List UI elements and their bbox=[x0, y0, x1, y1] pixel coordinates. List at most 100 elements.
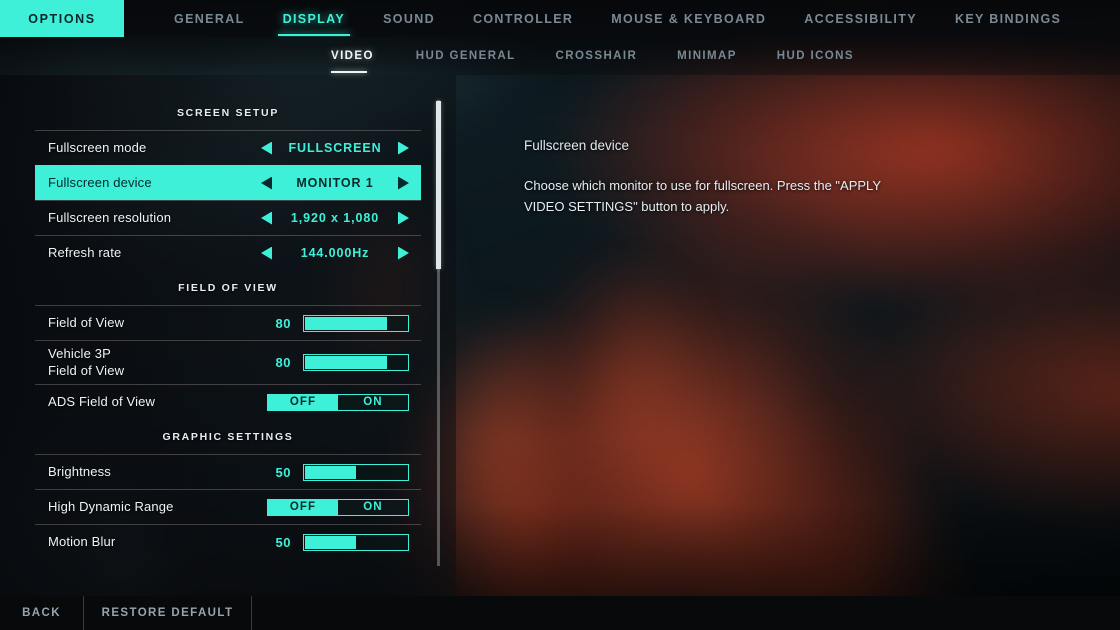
subtab-minimap[interactable]: MINIMAP bbox=[657, 50, 757, 62]
top-navigation-bar: OPTIONS GENERAL DISPLAY SOUND CONTROLLER… bbox=[0, 0, 1120, 37]
options-label: OPTIONS bbox=[28, 11, 96, 26]
tab-key-bindings-label: KEY BINDINGS bbox=[954, 11, 1062, 26]
slider-value-vehicle-3p-field-of-view: 80 bbox=[275, 355, 291, 370]
description-panel: Fullscreen device Choose which monitor t… bbox=[524, 138, 884, 217]
setting-label-brightness: Brightness bbox=[48, 463, 111, 479]
section-header-field-of-view: FIELD OF VIEW bbox=[178, 282, 278, 294]
stepper-fullscreen-device: MONITOR 1 bbox=[261, 176, 409, 190]
settings-list: SCREEN SETUP Fullscreen mode FULLSCREEN … bbox=[35, 95, 421, 565]
chevron-left-icon[interactable] bbox=[261, 176, 272, 190]
chevron-left-icon[interactable] bbox=[261, 141, 272, 155]
setting-row-fullscreen-device[interactable]: Fullscreen device MONITOR 1 bbox=[35, 165, 421, 200]
chevron-left-icon[interactable] bbox=[261, 211, 272, 225]
stepper-refresh-rate: 144.000Hz bbox=[261, 246, 409, 260]
chevron-right-icon[interactable] bbox=[398, 246, 409, 260]
options-screen: OPTIONS GENERAL DISPLAY SOUND CONTROLLER… bbox=[0, 0, 1120, 630]
subtab-crosshair-label: CROSSHAIR bbox=[555, 50, 638, 62]
chevron-right-icon[interactable] bbox=[398, 176, 409, 190]
slider-value-motion-blur: 50 bbox=[275, 534, 291, 550]
slider-value-field-of-view: 80 bbox=[275, 315, 291, 331]
setting-row-brightness[interactable]: Brightness 50 bbox=[35, 454, 421, 489]
setting-label-high-dynamic-range: High Dynamic Range bbox=[48, 498, 174, 514]
slider-fill bbox=[305, 535, 356, 549]
tab-general[interactable]: GENERAL bbox=[155, 0, 264, 37]
tab-sound[interactable]: SOUND bbox=[364, 0, 454, 37]
toggle-ads-field-of-view[interactable]: OFF ON bbox=[267, 393, 409, 411]
setting-label-fullscreen-device: Fullscreen device bbox=[48, 174, 152, 190]
setting-row-vehicle-3p-field-of-view[interactable]: Vehicle 3P Field of View 80 bbox=[35, 340, 421, 384]
section-header-graphic-settings: GRAPHIC SETTINGS bbox=[162, 431, 294, 443]
restore-default-button-label: RESTORE DEFAULT bbox=[101, 607, 234, 619]
tab-controller-label: CONTROLLER bbox=[472, 11, 574, 26]
setting-value-fullscreen-resolution: 1,920 x 1,080 bbox=[290, 211, 380, 225]
toggle-option-off[interactable]: OFF bbox=[268, 499, 338, 515]
slider-fill bbox=[305, 465, 356, 479]
back-button[interactable]: BACK bbox=[0, 596, 84, 630]
tab-accessibility[interactable]: ACCESSIBILITY bbox=[785, 0, 936, 37]
footer-bar: BACK RESTORE DEFAULT bbox=[0, 596, 1120, 630]
tab-mouse-keyboard-label: MOUSE & KEYBOARD bbox=[611, 11, 767, 26]
chevron-right-icon[interactable] bbox=[398, 141, 409, 155]
section-header-screen-setup: SCREEN SETUP bbox=[176, 107, 280, 119]
slider-brightness[interactable]: 50 bbox=[265, 463, 409, 481]
category-tabs: GENERAL DISPLAY SOUND CONTROLLER MOUSE &… bbox=[124, 0, 1080, 37]
setting-label-ads-field-of-view: ADS Field of View bbox=[48, 393, 156, 409]
chevron-left-icon[interactable] bbox=[261, 246, 272, 260]
toggle-high-dynamic-range[interactable]: OFF ON bbox=[267, 498, 409, 516]
setting-row-ads-field-of-view[interactable]: ADS Field of View OFF ON bbox=[35, 384, 421, 419]
restore-default-button[interactable]: RESTORE DEFAULT bbox=[84, 596, 252, 630]
stepper-fullscreen-mode: FULLSCREEN bbox=[261, 141, 409, 155]
setting-label-fullscreen-mode: Fullscreen mode bbox=[48, 139, 147, 155]
subtab-crosshair[interactable]: CROSSHAIR bbox=[536, 50, 658, 62]
tab-controller[interactable]: CONTROLLER bbox=[454, 0, 592, 37]
setting-label-motion-blur: Motion Blur bbox=[48, 533, 116, 549]
setting-label-vehicle-3p-field-of-view: Vehicle 3P Field of View bbox=[48, 345, 125, 378]
description-title: Fullscreen device bbox=[524, 138, 630, 153]
slider-motion-blur[interactable]: 50 bbox=[265, 533, 409, 551]
slider-track[interactable] bbox=[303, 463, 409, 481]
toggle-option-off[interactable]: OFF bbox=[268, 394, 338, 410]
toggle-option-on[interactable]: ON bbox=[338, 395, 408, 410]
sub-navigation-bar: VIDEO HUD GENERAL CROSSHAIR MINIMAP HUD … bbox=[0, 37, 1120, 75]
tab-mouse-keyboard[interactable]: MOUSE & KEYBOARD bbox=[592, 0, 785, 37]
subtab-video-label: VIDEO bbox=[331, 50, 374, 62]
tab-display[interactable]: DISPLAY bbox=[264, 0, 364, 37]
setting-value-refresh-rate: 144.000Hz bbox=[300, 246, 370, 260]
subtab-hud-icons[interactable]: HUD ICONS bbox=[757, 50, 874, 62]
subtab-hud-icons-label: HUD ICONS bbox=[776, 50, 854, 62]
settings-scrollbar-thumb[interactable] bbox=[436, 101, 441, 269]
slider-fill bbox=[305, 356, 387, 369]
slider-fill bbox=[305, 316, 387, 330]
options-title-chip: OPTIONS bbox=[0, 0, 124, 37]
tab-sound-label: SOUND bbox=[383, 11, 435, 26]
setting-label-fullscreen-resolution: Fullscreen resolution bbox=[48, 209, 172, 225]
slider-track[interactable] bbox=[303, 533, 409, 551]
setting-label-field-of-view: Field of View bbox=[48, 314, 125, 330]
stepper-fullscreen-resolution: 1,920 x 1,080 bbox=[261, 211, 409, 225]
setting-label-refresh-rate: Refresh rate bbox=[48, 244, 122, 260]
setting-row-fullscreen-mode[interactable]: Fullscreen mode FULLSCREEN bbox=[35, 130, 421, 165]
tab-accessibility-label: ACCESSIBILITY bbox=[804, 11, 917, 26]
description-body: Choose which monitor to use for fullscre… bbox=[524, 178, 881, 215]
back-button-label: BACK bbox=[22, 607, 61, 619]
setting-row-field-of-view[interactable]: Field of View 80 bbox=[35, 305, 421, 340]
setting-row-high-dynamic-range[interactable]: High Dynamic Range OFF ON bbox=[35, 489, 421, 524]
tab-display-label: DISPLAY bbox=[282, 11, 346, 26]
subtab-hud-general-label: HUD GENERAL bbox=[415, 50, 516, 62]
slider-track[interactable] bbox=[303, 314, 409, 332]
subtab-hud-general[interactable]: HUD GENERAL bbox=[396, 50, 536, 62]
setting-row-refresh-rate[interactable]: Refresh rate 144.000Hz bbox=[35, 235, 421, 270]
toggle-option-on[interactable]: ON bbox=[338, 500, 408, 515]
chevron-right-icon[interactable] bbox=[398, 211, 409, 225]
subtab-minimap-label: MINIMAP bbox=[677, 50, 737, 62]
tab-key-bindings[interactable]: KEY BINDINGS bbox=[936, 0, 1080, 37]
slider-track[interactable] bbox=[303, 354, 409, 371]
setting-value-fullscreen-device: MONITOR 1 bbox=[296, 176, 374, 190]
tab-general-label: GENERAL bbox=[174, 11, 245, 26]
footer-spacer bbox=[252, 596, 1120, 630]
setting-row-fullscreen-resolution[interactable]: Fullscreen resolution 1,920 x 1,080 bbox=[35, 200, 421, 235]
setting-row-motion-blur[interactable]: Motion Blur 50 bbox=[35, 524, 421, 559]
slider-vehicle-3p-field-of-view[interactable]: 80 bbox=[265, 354, 409, 371]
slider-field-of-view[interactable]: 80 bbox=[265, 314, 409, 332]
subtab-video[interactable]: VIDEO bbox=[331, 50, 396, 73]
